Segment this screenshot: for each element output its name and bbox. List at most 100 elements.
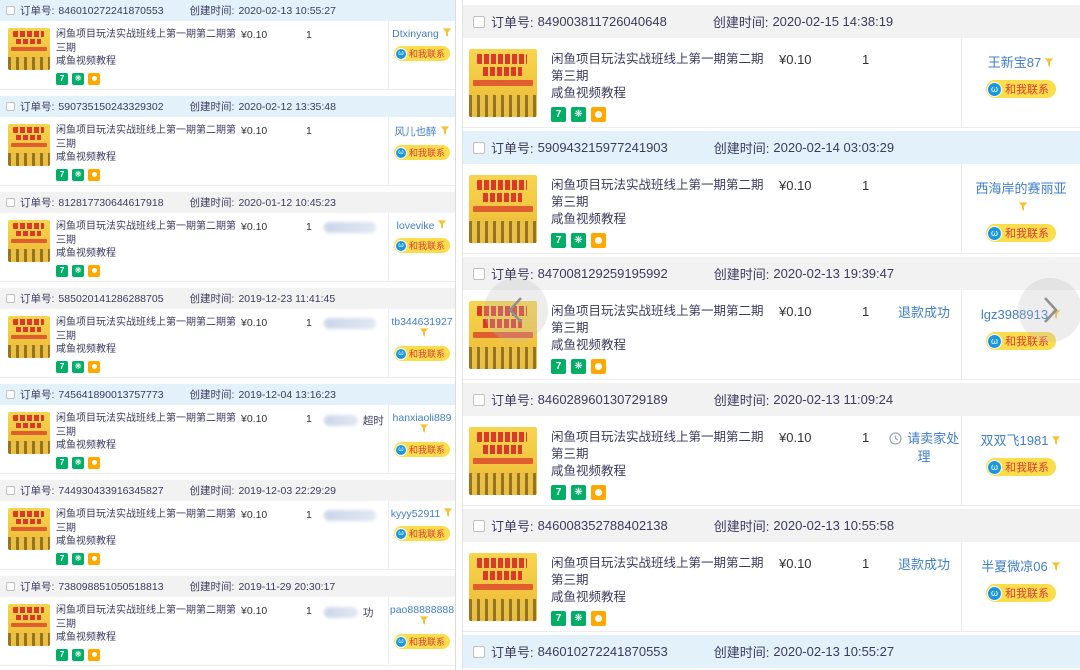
created-time-value: 2020-02-13 10:55:27 <box>773 644 894 659</box>
order-checkbox[interactable] <box>6 6 15 15</box>
thumbnail-art <box>11 623 48 627</box>
contact-me-badge[interactable]: ω 和我联系 <box>986 458 1056 476</box>
product-title-line2: 咸鱼视频教程 <box>56 344 116 355</box>
buyer-name-text[interactable]: hanxiaoli889 <box>393 412 452 424</box>
product-title[interactable]: 闲鱼项目玩法实战班线上第一期第二期第三期 咸鱼视频教程 <box>551 51 767 102</box>
product-thumbnail[interactable] <box>469 49 537 117</box>
buyer-name-text[interactable]: 半夏微凉06 <box>981 559 1047 574</box>
funnel-filter-icon[interactable] <box>419 616 429 626</box>
funnel-filter-icon[interactable] <box>419 424 429 434</box>
contact-me-badge[interactable]: ω 和我联系 <box>986 80 1056 98</box>
carousel-next-button[interactable] <box>1018 278 1080 342</box>
order-checkbox[interactable] <box>6 102 15 111</box>
product-thumbnail[interactable] <box>8 124 50 166</box>
order-checkbox[interactable] <box>473 142 485 154</box>
buyer-name-text[interactable]: 风儿也醉 <box>395 126 437 138</box>
funnel-filter-icon[interactable] <box>440 126 450 136</box>
buyer-name-text[interactable]: kyyy52911 <box>391 508 440 520</box>
funnel-filter-icon[interactable] <box>1051 436 1061 446</box>
product-thumbnail[interactable] <box>8 220 50 262</box>
contact-me-badge[interactable]: ω 和我联系 <box>394 346 450 361</box>
order-quantity: 1 <box>862 304 869 319</box>
buyer-name-text[interactable]: pao88888888 <box>390 604 454 616</box>
product-title[interactable]: 闲鱼项目玩法实战班线上第一期第二期第三期 咸鱼视频教程 <box>551 429 767 480</box>
product-thumbnail[interactable] <box>8 28 50 70</box>
contact-me-badge[interactable]: ω 和我联系 <box>394 145 450 160</box>
order-price: ¥0.10 <box>241 413 267 425</box>
product-thumbnail[interactable] <box>8 604 50 646</box>
funnel-filter-icon[interactable] <box>1051 562 1061 572</box>
buyer-name[interactable]: kyyy52911 <box>389 508 455 520</box>
order-body: 闲鱼项目玩法实战班线上第一期第二期第三期 咸鱼视频教程 7 ❋ ¥0.10 1 <box>463 164 1080 254</box>
product-title[interactable]: 闲鱼项目玩法实战班线上第一期第二期第三期 咸鱼视频教程 <box>56 124 242 165</box>
product-title-line1: 闲鱼项目玩法实战班线上第一期第二期第三期 <box>56 221 236 246</box>
order-checkbox[interactable] <box>6 582 15 591</box>
product-thumbnail[interactable] <box>8 316 50 358</box>
contact-me-badge[interactable]: ω 和我联系 <box>394 634 450 649</box>
funnel-filter-icon[interactable] <box>442 28 452 38</box>
product-thumbnail[interactable] <box>469 175 537 243</box>
buyer-name-text[interactable]: 王新宝87 <box>988 55 1041 70</box>
product-thumbnail[interactable] <box>469 427 537 495</box>
product-title[interactable]: 闲鱼项目玩法实战班线上第一期第二期第三期 咸鱼视频教程 <box>551 555 767 606</box>
buyer-name[interactable]: Dtxinyang <box>389 28 455 40</box>
buyer-name[interactable]: 王新宝87 <box>962 54 1080 72</box>
order-checkbox[interactable] <box>473 16 485 28</box>
order-checkbox[interactable] <box>473 646 485 658</box>
created-time-value: 2020-02-13 19:39:47 <box>773 266 894 281</box>
order-checkbox[interactable] <box>6 198 15 207</box>
order-checkbox[interactable] <box>6 486 15 495</box>
buyer-name-text[interactable]: Dtxinyang <box>392 28 439 40</box>
product-thumbnail[interactable] <box>8 508 50 550</box>
order-card: 订单号: 590943215977241903 创建时间: 2020-02-14… <box>463 131 1080 254</box>
contact-me-badge[interactable]: ω 和我联系 <box>394 238 450 253</box>
order-checkbox[interactable] <box>6 294 15 303</box>
buyer-name[interactable]: hanxiaoli889 <box>389 412 455 436</box>
contact-me-badge[interactable]: ω 和我联系 <box>986 584 1056 602</box>
order-status: 退款成功 <box>887 304 961 322</box>
product-thumbnail[interactable] <box>8 412 50 454</box>
buyer-name-text[interactable]: lovevike <box>397 220 435 232</box>
product-title[interactable]: 闲鱼项目玩法实战班线上第一期第二期第三期 咸鱼视频教程 <box>551 177 767 228</box>
buyer-name-text[interactable]: 双双飞1981 <box>981 433 1049 448</box>
funnel-filter-icon[interactable] <box>419 328 429 338</box>
product-title[interactable]: 闲鱼项目玩法实战班线上第一期第二期第三期 咸鱼视频教程 <box>551 303 767 354</box>
blurred-status <box>324 222 376 233</box>
funnel-filter-icon[interactable] <box>437 220 447 230</box>
funnel-filter-icon[interactable] <box>1044 58 1054 68</box>
contact-me-badge[interactable]: ω 和我联系 <box>394 442 450 457</box>
contact-me-badge[interactable]: ω 和我联系 <box>986 224 1056 242</box>
product-title-line2: 咸鱼视频教程 <box>551 464 626 478</box>
order-checkbox[interactable] <box>473 268 485 280</box>
contact-me-badge[interactable]: ω 和我联系 <box>394 46 450 61</box>
product-title[interactable]: 闲鱼项目玩法实战班线上第一期第二期第三期 咸鱼视频教程 <box>56 412 242 453</box>
product-title[interactable]: 闲鱼项目玩法实战班线上第一期第二期第三期 咸鱼视频教程 <box>56 604 242 645</box>
buyer-name[interactable]: 风儿也醉 <box>389 124 455 139</box>
product-title[interactable]: 闲鱼项目玩法实战班线上第一期第二期第三期 咸鱼视频教程 <box>56 316 242 357</box>
order-checkbox[interactable] <box>6 390 15 399</box>
buyer-name[interactable]: 半夏微凉06 <box>962 558 1080 576</box>
buyer-name[interactable]: pao88888888 <box>389 604 455 628</box>
order-body: 闲鱼项目玩法实战班线上第一期第二期第三期 咸鱼视频教程 7 ❋ ¥0.10 1 <box>0 21 455 90</box>
buyer-name-text[interactable]: tb344631927 <box>391 316 452 328</box>
thumbnail-art <box>11 335 48 339</box>
funnel-filter-icon[interactable] <box>1018 202 1028 212</box>
funnel-filter-icon[interactable] <box>443 508 453 518</box>
seven-day-return-icon: 7 <box>56 457 68 469</box>
buyer-name[interactable]: tb344631927 <box>389 316 455 340</box>
buyer-name-text[interactable]: 西海岸的赛丽亚 <box>975 181 1066 196</box>
buyer-name[interactable]: 双双飞1981 <box>962 432 1080 450</box>
product-title[interactable]: 闲鱼项目玩法实战班线上第一期第二期第三期 咸鱼视频教程 <box>56 508 242 549</box>
product-title[interactable]: 闲鱼项目玩法实战班线上第一期第二期第三期 咸鱼视频教程 <box>56 28 242 69</box>
buyer-name[interactable]: lovevike <box>389 220 455 232</box>
lightning-delivery-icon <box>88 553 100 565</box>
buyer-name[interactable]: 西海岸的赛丽亚 <box>962 180 1080 216</box>
product-thumbnail[interactable] <box>469 553 537 621</box>
contact-me-badge[interactable]: ω 和我联系 <box>394 526 450 541</box>
order-checkbox[interactable] <box>473 520 485 532</box>
flower-service-icon: ❋ <box>72 169 84 181</box>
carousel-prev-button[interactable] <box>484 278 548 342</box>
product-title[interactable]: 闲鱼项目玩法实战班线上第一期第二期第三期 咸鱼视频教程 <box>56 220 242 261</box>
status-suffix: 功 <box>363 607 374 619</box>
order-checkbox[interactable] <box>473 394 485 406</box>
